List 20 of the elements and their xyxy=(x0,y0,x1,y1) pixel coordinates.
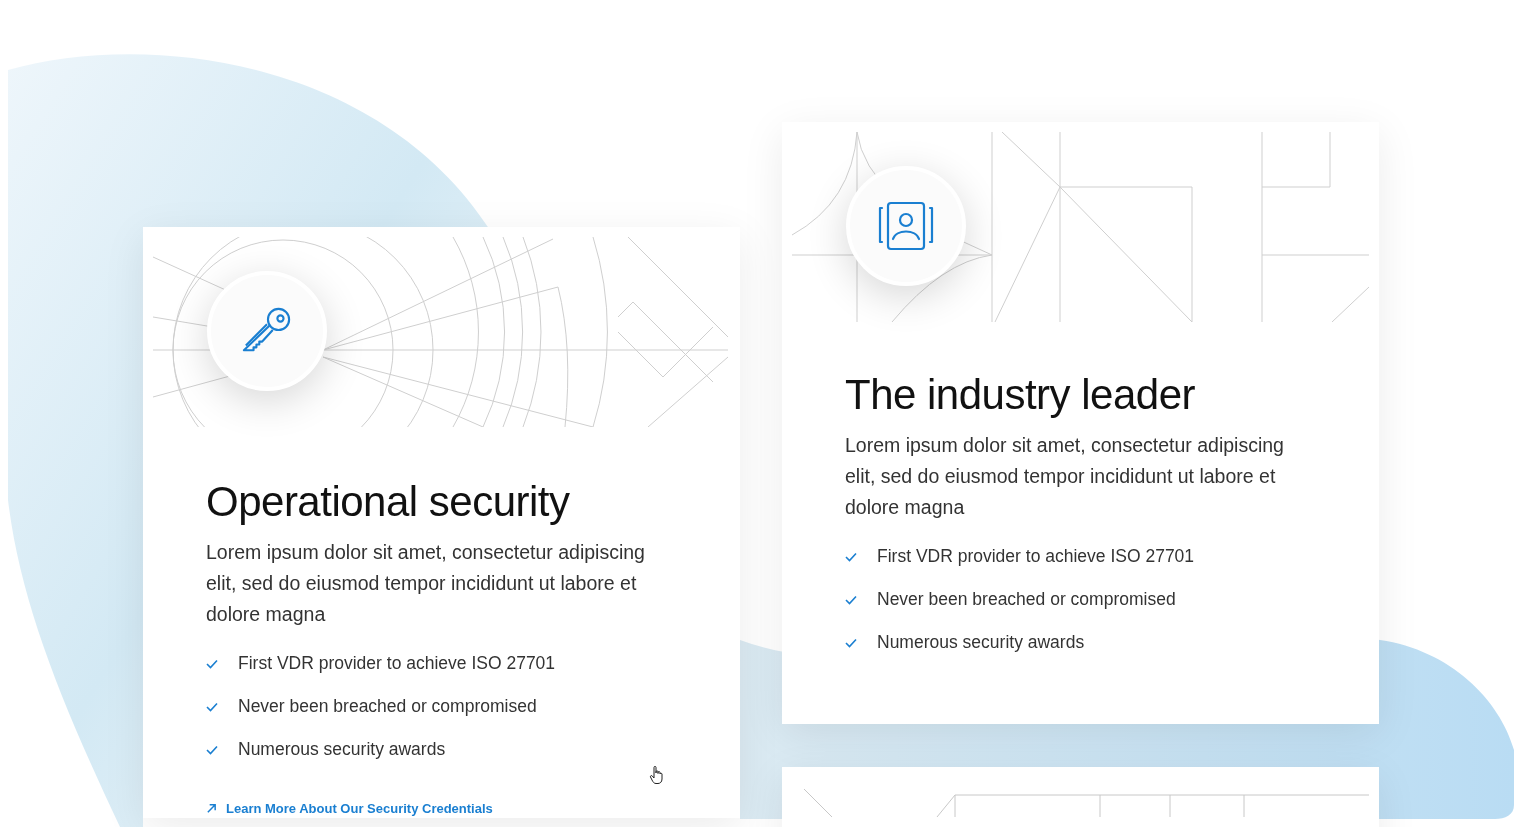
feature-text: First VDR provider to achieve ISO 27701 xyxy=(238,653,556,674)
checkmark-icon xyxy=(845,637,857,648)
feature-text: Numerous security awards xyxy=(238,739,446,760)
feature-text: Never been breached or compromised xyxy=(877,589,1176,610)
feature-text: Numerous security awards xyxy=(877,632,1085,653)
checkmark-icon xyxy=(845,551,857,562)
card-title: Operational security xyxy=(206,477,571,527)
hand-cursor-icon xyxy=(649,765,665,785)
contact-card-icon xyxy=(878,201,934,251)
checkmark-icon xyxy=(206,658,218,669)
checkmark-icon xyxy=(206,744,218,755)
card-title: The industry leader xyxy=(845,370,1197,420)
checkmark-icon xyxy=(845,594,857,605)
feature-text: First VDR provider to achieve ISO 27701 xyxy=(877,546,1195,567)
card-description: Lorem ipsum dolor sit amet, consectetur adipiscing elit, sed do eiusmod tempor incididunt ut labore et dolore magna xyxy=(206,540,646,627)
card-description: Lorem ipsum dolor sit amet, consectetur adipiscing elit, sed do eiusmod tempor incididunt ut labore et dolore magna xyxy=(845,433,1285,520)
learn-more-link[interactable]: Learn More About Our Security Credentials xyxy=(206,801,493,816)
feature-text: Never been breached or compromised xyxy=(238,696,537,717)
checkmark-icon xyxy=(206,701,218,712)
arrow-icon xyxy=(206,803,217,814)
